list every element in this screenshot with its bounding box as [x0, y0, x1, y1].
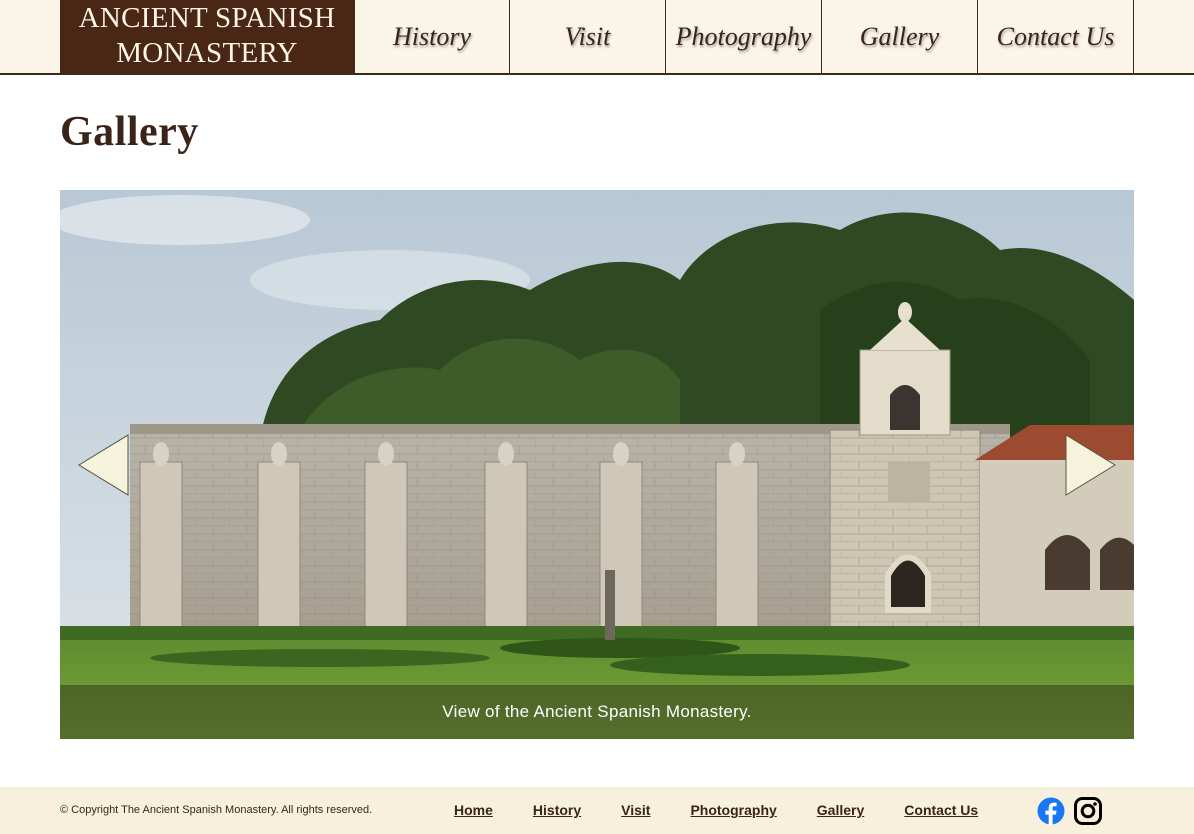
footer-nav: Home History Visit Photography Gallery C… [454, 802, 1018, 818]
nav-visit[interactable]: Visit [510, 0, 666, 73]
nav-gallery[interactable]: Gallery [822, 0, 978, 73]
previous-slide-button[interactable] [78, 434, 130, 496]
slide-image [60, 190, 1134, 739]
slide-caption-bar: View of the Ancient Spanish Monastery. [60, 685, 1134, 739]
footer-link-visit[interactable]: Visit [621, 802, 650, 818]
logo-line-1: ANCIENT SPANISH [78, 2, 336, 34]
facebook-icon[interactable] [1037, 797, 1065, 825]
site-logo[interactable]: ANCIENT SPANISH MONASTERY [60, 0, 354, 73]
site-header: ANCIENT SPANISH MONASTERY History Visit … [0, 0, 1194, 75]
footer-link-gallery[interactable]: Gallery [817, 802, 864, 818]
slide-caption: View of the Ancient Spanish Monastery. [442, 702, 752, 721]
site-footer: © Copyright The Ancient Spanish Monaster… [0, 787, 1194, 834]
footer-link-home[interactable]: Home [454, 802, 493, 818]
footer-link-history[interactable]: History [533, 802, 581, 818]
main-nav: History Visit Photography Gallery Contac… [354, 0, 1134, 73]
footer-link-contact-us[interactable]: Contact Us [904, 802, 978, 818]
page-title: Gallery [60, 109, 199, 155]
logo-line-2: MONASTERY [116, 37, 298, 69]
instagram-icon[interactable] [1074, 797, 1102, 825]
nav-history[interactable]: History [354, 0, 510, 73]
next-slide-button[interactable] [1064, 434, 1116, 496]
copyright-text: © Copyright The Ancient Spanish Monaster… [60, 804, 373, 816]
nav-contact-us[interactable]: Contact Us [978, 0, 1134, 73]
gallery-slideshow: View of the Ancient Spanish Monastery. [60, 190, 1134, 739]
nav-photography[interactable]: Photography [666, 0, 822, 73]
footer-link-photography[interactable]: Photography [690, 802, 776, 818]
